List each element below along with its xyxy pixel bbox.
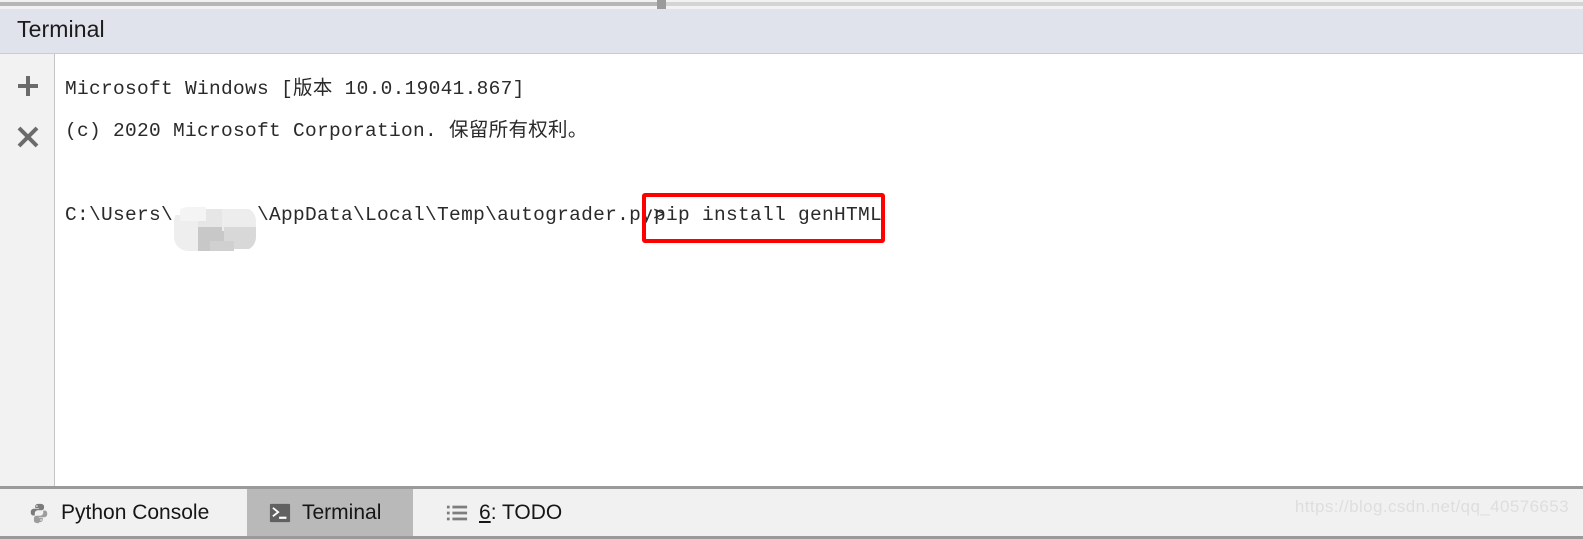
tab-label-rest: : TODO <box>490 500 563 524</box>
prompt-path-suffix: \AppData\Local\Temp\autograder.py> <box>257 204 666 226</box>
tab-label: 6: TODO <box>479 501 562 525</box>
python-icon <box>28 502 50 524</box>
redacted-username-blur <box>174 207 257 251</box>
splitter-bar-left <box>0 2 657 6</box>
plus-icon <box>15 73 41 99</box>
tab-todo[interactable]: 6: TODO <box>424 489 584 536</box>
tool-window-header: Terminal <box>0 9 1583 54</box>
terminal-prompt-row: C:\Users\ \AppData\Local\Temp\autograder… <box>65 204 666 251</box>
tab-label: Terminal <box>302 500 382 524</box>
terminal-icon <box>269 502 291 524</box>
terminal-action-rail <box>0 54 55 486</box>
splitter-bar-right <box>666 2 1583 6</box>
terminal-line: Microsoft Windows [版本 10.0.19041.867] <box>65 78 525 100</box>
terminal-line: (c) 2020 Microsoft Corporation. 保留所有权利。 <box>65 120 588 142</box>
window-splitter[interactable] <box>0 0 1583 9</box>
tab-mnemonic: 6 <box>479 500 491 524</box>
tab-python-console[interactable]: Python Console <box>6 489 231 536</box>
todo-list-icon <box>446 502 468 524</box>
new-session-button[interactable] <box>13 71 43 101</box>
close-icon <box>15 124 41 150</box>
splitter-handle[interactable] <box>657 0 666 9</box>
close-session-button[interactable] <box>13 122 43 152</box>
page-title: Terminal <box>17 16 105 42</box>
terminal-output[interactable]: Microsoft Windows [版本 10.0.19041.867] (c… <box>56 54 1583 486</box>
terminal-tool-window: Terminal Microsoft Windows [版本 10.0.1904… <box>0 0 1583 539</box>
tab-label: Python Console <box>61 500 210 524</box>
terminal-command-text: pip install genHTML <box>654 204 883 226</box>
tab-terminal[interactable]: Terminal <box>247 489 413 536</box>
watermark: https://blog.csdn.net/qq_40576653 <box>1294 497 1569 516</box>
prompt-path-prefix: C:\Users\ <box>65 204 174 226</box>
